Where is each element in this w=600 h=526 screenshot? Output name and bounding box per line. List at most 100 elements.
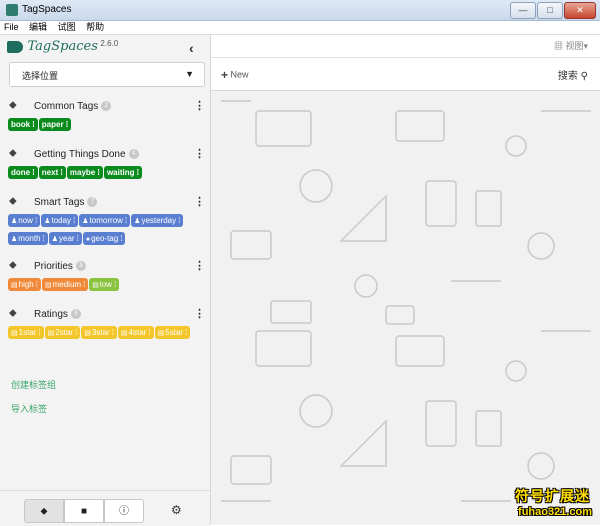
tag-chip[interactable]: waiting ⁞	[103, 166, 143, 179]
menu-file[interactable]: File	[0, 21, 23, 34]
tag-chip[interactable]: ♟yesterday ⁞	[131, 214, 184, 227]
minimize-button[interactable]: —	[510, 2, 536, 19]
tag-menu-icon: ⁞	[136, 168, 140, 177]
tag-chip[interactable]: done ⁞	[8, 166, 38, 179]
group-title[interactable]: Ratings 5	[34, 309, 81, 320]
tag-menu-icon: ⁞	[34, 216, 38, 225]
tag-label: waiting	[106, 168, 135, 177]
view-label: 视图	[565, 41, 584, 51]
tags-icon: ⬥	[9, 195, 17, 207]
tag-menu-icon: ⁞	[185, 328, 188, 337]
tag-group-priorities: ⬥ Priorities 3 ⋮ ▤high ⁞ ▤medium ⁞ ▤low ⁞	[8, 256, 208, 294]
plus-icon: +	[221, 68, 229, 82]
tag-chip[interactable]: ▤4star ⁞	[117, 326, 154, 339]
tag-label: now	[18, 216, 33, 225]
group-menu-icon[interactable]: ⋮	[194, 259, 205, 272]
tag-chip[interactable]: ▤5star ⁞	[154, 326, 191, 339]
maximize-button[interactable]: □	[537, 2, 563, 19]
tag-label: medium	[52, 280, 82, 289]
tags-tab[interactable]: ⬥	[24, 499, 64, 523]
group-title[interactable]: Priorities 3	[34, 261, 86, 272]
tag-chip[interactable]: ♟month ⁞	[8, 232, 48, 245]
menu-help[interactable]: 帮助	[82, 21, 108, 34]
tag-menu-icon: ⁞	[32, 120, 35, 129]
tag-chip[interactable]: ▤medium ⁞	[41, 278, 89, 291]
group-menu-icon[interactable]: ⋮	[194, 147, 205, 160]
tag-chip[interactable]: ●geo-tag ⁞	[82, 232, 126, 245]
tag-menu-icon: ⁞	[73, 216, 76, 225]
tag-label: done	[11, 168, 31, 177]
tags-icon: ⬥	[9, 147, 17, 159]
create-tag-group-link[interactable]: 创建标签组	[11, 378, 56, 391]
person-icon: ♟	[134, 218, 141, 225]
tag-group-ratings: ⬥ Ratings 5 ⋮ ▤1star ⁞ ▤2star ⁞ ▤3star ⁞ ▤4star…	[8, 304, 208, 342]
group-title[interactable]: Getting Things Done 4	[34, 149, 139, 160]
group-count: 7	[87, 197, 98, 208]
group-title-text: Common Tags	[34, 101, 99, 112]
group-title[interactable]: Smart Tags 7	[34, 197, 98, 208]
logo-name: TagSpaces	[27, 39, 98, 54]
tag-menu-icon: ⁞	[38, 328, 41, 337]
menu-edit[interactable]: 编辑	[25, 21, 51, 34]
tag-chip[interactable]: next ⁞	[38, 166, 66, 179]
tag-chip[interactable]: ▤high ⁞	[8, 278, 41, 291]
tag-chip[interactable]: ♟today ⁞	[41, 214, 79, 227]
import-tags-link[interactable]: 导入标签	[11, 402, 47, 415]
group-title[interactable]: Common Tags 2	[34, 101, 112, 112]
bottom-toolbar: ⬥ ■ ⓘ ⚙	[0, 490, 210, 526]
group-menu-icon[interactable]: ⋮	[194, 307, 205, 320]
collapse-panel-icon[interactable]: ‹	[189, 40, 194, 56]
new-file-button[interactable]: + New	[221, 68, 249, 82]
tag-group-common: ⬥ Common Tags 2 ⋮ book ⁞ paper ⁞	[8, 96, 208, 134]
tag-menu-icon: ⁞	[178, 216, 181, 225]
group-count: 4	[128, 149, 139, 160]
person-icon: ♟	[82, 218, 89, 225]
tag-menu-icon: ⁞	[120, 234, 123, 243]
keyboard-icon: ▤	[157, 330, 165, 337]
settings-gear-icon[interactable]: ⚙	[171, 503, 182, 517]
tag-label: month	[18, 234, 41, 243]
group-menu-icon[interactable]: ⋮	[194, 195, 205, 208]
person-icon: ♟	[11, 236, 18, 243]
tag-chip[interactable]: ♟now ⁞	[8, 214, 41, 227]
tag-label: book	[11, 120, 31, 129]
tag-label: 1star	[18, 328, 37, 337]
tag-chip[interactable]: ▤3star ⁞	[81, 326, 117, 339]
group-menu-icon[interactable]: ⋮	[194, 99, 205, 112]
tag-chip[interactable]: maybe ⁞	[66, 166, 103, 179]
keyboard-icon: ▤	[47, 330, 55, 337]
tag-logo-icon	[7, 40, 23, 53]
folders-tab[interactable]: ■	[64, 499, 104, 523]
right-panel: ▦ 视图▾ + New 搜索 ⚲	[211, 35, 600, 525]
info-tab[interactable]: ⓘ	[104, 499, 144, 523]
location-selector[interactable]: 选择位置 ▼	[9, 62, 205, 87]
group-count: 5	[70, 309, 81, 320]
search-button[interactable]: 搜索 ⚲	[558, 67, 588, 82]
app-version: 2.6.0	[100, 39, 119, 48]
chevron-down-icon: ▾	[583, 41, 588, 51]
tag-chip[interactable]: book ⁞	[8, 118, 38, 131]
window-title: TagSpaces	[22, 4, 72, 15]
tag-chip[interactable]: ♟year ⁞	[48, 232, 82, 245]
tag-label: high	[18, 280, 34, 289]
tag-chip[interactable]: ▤2star ⁞	[44, 326, 81, 339]
tag-chip[interactable]: ▤low ⁞	[89, 278, 120, 291]
tag-chip[interactable]: ♟tomorrow ⁞	[79, 214, 131, 227]
menu-view[interactable]: 试图	[54, 21, 80, 34]
view-bar: ▦ 视图▾	[211, 35, 600, 58]
keyboard-icon: ▤	[11, 282, 18, 289]
tag-menu-icon: ⁞	[75, 328, 78, 337]
app-icon	[6, 4, 18, 16]
map-marker-icon: ●	[85, 236, 91, 243]
tag-label: 5star	[165, 328, 184, 337]
tag-label: yesterday	[141, 216, 177, 225]
tag-menu-icon: ⁞	[76, 234, 79, 243]
group-title-text: Ratings	[34, 309, 68, 320]
close-button[interactable]: ✕	[564, 2, 596, 19]
tags-icon: ⬥	[9, 99, 17, 111]
tag-chip[interactable]: ▤1star ⁞	[8, 326, 44, 339]
tags-icon: ⬥	[9, 259, 17, 271]
tag-chip[interactable]: paper ⁞	[38, 118, 72, 131]
file-toolbar: + New 搜索 ⚲	[211, 58, 600, 91]
view-menu-button[interactable]: ▦ 视图▾	[554, 39, 588, 52]
